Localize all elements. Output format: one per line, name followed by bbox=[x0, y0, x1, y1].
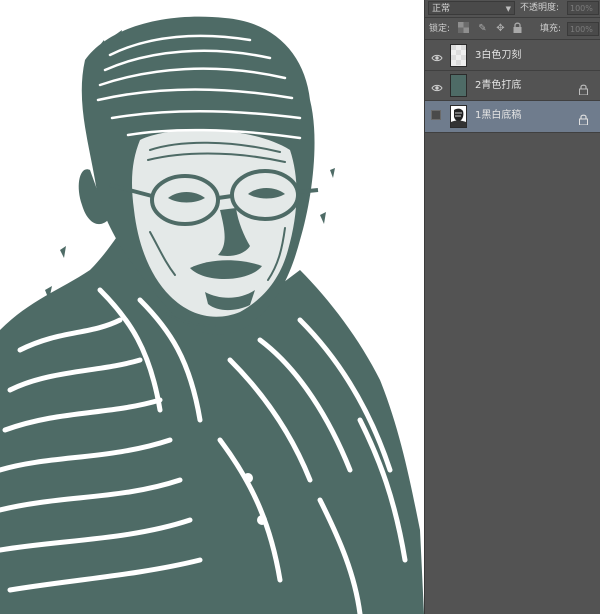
document-canvas[interactable] bbox=[0, 0, 424, 614]
lock-label: 锁定: bbox=[429, 24, 451, 34]
opacity-label: 不透明度: bbox=[520, 3, 560, 13]
layer-name: 3白色刀刻 bbox=[475, 50, 522, 61]
blend-mode-dropdown[interactable]: 正常 ▼ bbox=[428, 1, 515, 15]
lock-icon bbox=[579, 110, 589, 126]
visibility-toggle[interactable] bbox=[431, 110, 441, 120]
blend-row: 正常 ▼ 不透明度: 100% bbox=[425, 0, 600, 18]
layer-thumbnail bbox=[450, 74, 467, 97]
brush-lock-icon[interactable]: ✎ bbox=[476, 22, 489, 35]
fill-label: 填充: bbox=[540, 24, 562, 34]
layer-thumbnail bbox=[450, 105, 467, 128]
opacity-field[interactable]: 100% bbox=[567, 1, 599, 15]
eye-icon[interactable] bbox=[431, 49, 443, 62]
lock-row: 锁定: ✎ ✥ 填充: 100% bbox=[425, 18, 600, 40]
layers-empty-area bbox=[425, 133, 600, 614]
transparency-lock-icon[interactable] bbox=[457, 22, 470, 35]
chevron-down-icon: ▼ bbox=[505, 5, 511, 13]
layer-thumbnail bbox=[450, 44, 467, 67]
move-lock-icon[interactable]: ✥ bbox=[494, 22, 507, 35]
woodcut-portrait bbox=[0, 0, 424, 614]
blend-mode-value: 正常 bbox=[432, 4, 451, 14]
layers-panel: 正常 ▼ 不透明度: 100% 锁定: ✎ ✥ 填充: 100% 3白色刀刻 2… bbox=[424, 0, 600, 614]
lock-icon bbox=[579, 80, 589, 96]
fill-field[interactable]: 100% bbox=[567, 22, 599, 36]
all-lock-icon[interactable] bbox=[511, 22, 524, 35]
layer-name: 1黑白底稿 bbox=[475, 110, 522, 121]
eye-icon[interactable] bbox=[431, 79, 443, 92]
layer-row[interactable]: 2青色打底 bbox=[425, 71, 600, 101]
layer-row[interactable]: 1黑白底稿 bbox=[425, 101, 600, 133]
layer-name: 2青色打底 bbox=[475, 80, 522, 91]
layer-row[interactable]: 3白色刀刻 bbox=[425, 41, 600, 71]
